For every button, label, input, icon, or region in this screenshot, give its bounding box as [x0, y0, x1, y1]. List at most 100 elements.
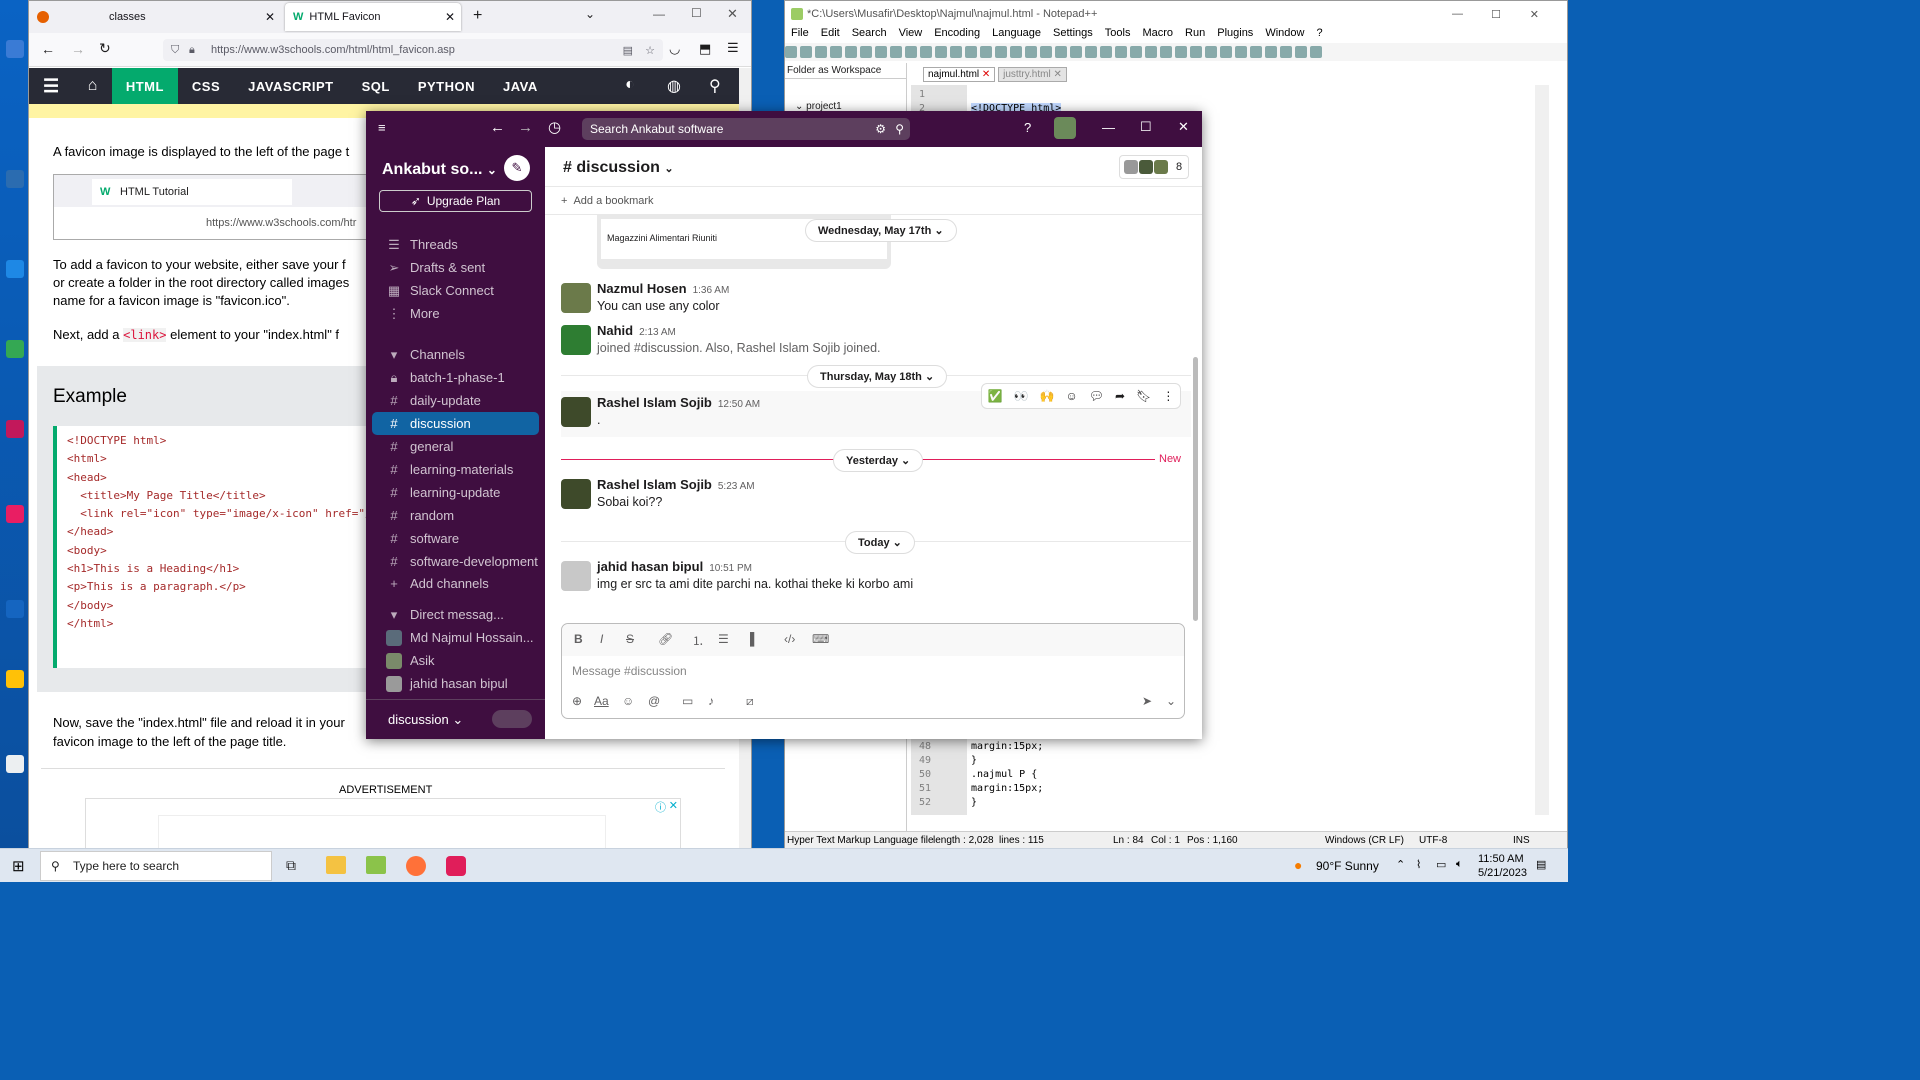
channel-learning-materials[interactable]: # learning-materials	[372, 458, 539, 481]
ordered-list-icon[interactable]: ⒈	[692, 632, 704, 649]
list-tabs-icon[interactable]: ⌄	[585, 7, 595, 21]
tab-classes[interactable]: classes ✕	[37, 3, 279, 31]
compose-icon[interactable]: ✎	[504, 155, 530, 181]
message-input[interactable]: Message #discussion	[572, 664, 687, 678]
desktop-icon[interactable]	[6, 340, 24, 358]
back-icon[interactable]: ←	[490, 119, 505, 136]
video-icon[interactable]: ▭	[682, 694, 693, 708]
menu-encoding[interactable]: Encoding	[934, 27, 980, 43]
channel-learning-update[interactable]: # learning-update	[372, 481, 539, 504]
date-divider-today[interactable]: Today ⌄	[845, 531, 915, 554]
firefox-icon[interactable]	[406, 856, 426, 876]
maximize-icon[interactable]: ☐	[1140, 119, 1152, 135]
search-icon[interactable]: ⚲	[895, 122, 904, 136]
close-window-icon[interactable]: ✕	[1178, 119, 1189, 135]
channel-software-development[interactable]: # software-development	[372, 550, 539, 573]
menu-view[interactable]: View	[899, 27, 923, 43]
wifi-icon[interactable]: ⌇	[1416, 858, 1421, 871]
eyes-emoji-icon[interactable]: 👀	[1014, 389, 1029, 403]
dm-md-najmul[interactable]: Md Najmul Hossain...	[372, 626, 539, 649]
blockquote-icon[interactable]: ▌	[750, 632, 759, 646]
channels-header[interactable]: ▾ Channels	[372, 343, 539, 366]
send-icon[interactable]: ➤	[1142, 694, 1152, 708]
maximize-icon[interactable]: ☐	[1491, 8, 1501, 21]
reload-icon[interactable]: ↻	[99, 40, 111, 57]
channel-random[interactable]: # random	[372, 504, 539, 527]
code-icon[interactable]: ‹/›	[784, 632, 795, 646]
scrollbar[interactable]	[1193, 357, 1198, 621]
notepad-toolbar[interactable]	[785, 43, 1567, 61]
dm-asik[interactable]: Asik	[372, 649, 539, 672]
channel-discussion[interactable]: # discussion	[372, 412, 539, 435]
avatar[interactable]	[561, 397, 591, 427]
back-icon[interactable]: ←	[41, 41, 55, 57]
desktop-icon[interactable]	[6, 505, 24, 523]
close-icon[interactable]: ✕	[445, 10, 455, 24]
menu-edit[interactable]: Edit	[821, 27, 840, 43]
bullet-list-icon[interactable]: ☰	[718, 632, 729, 646]
desktop-icon[interactable]	[6, 755, 24, 773]
tray-chevron-icon[interactable]: ⌃	[1396, 858, 1405, 871]
nav-slack-connect[interactable]: ▦ Slack Connect	[372, 279, 539, 302]
maximize-icon[interactable]: ☐	[691, 6, 702, 20]
contrast-icon[interactable]: ◐	[625, 76, 635, 94]
history-icon[interactable]: ◷	[548, 118, 561, 136]
windows-start-icon[interactable]: ⊞	[12, 857, 25, 875]
menu-macro[interactable]: Macro	[1142, 27, 1173, 43]
home-icon[interactable]: ⌂	[74, 68, 112, 104]
menu-window[interactable]: Window	[1265, 27, 1304, 43]
upgrade-plan-button[interactable]: ➶ Upgrade Plan	[379, 190, 532, 212]
help-icon[interactable]: ?	[1024, 120, 1031, 135]
desktop-icon[interactable]	[6, 670, 24, 688]
message-author[interactable]: Rashel Islam Sojib 12:50 AM	[597, 395, 760, 410]
channel-software[interactable]: # software	[372, 527, 539, 550]
nav-javascript[interactable]: JAVASCRIPT	[234, 68, 347, 104]
hamburger-icon[interactable]: ≡	[378, 120, 386, 135]
weather-text[interactable]: 90°F Sunny	[1316, 859, 1379, 873]
nav-css[interactable]: CSS	[178, 68, 234, 104]
taskbar-search[interactable]: ⚲ Type here to search	[40, 851, 272, 881]
nav-drafts[interactable]: ➢ Drafts & sent	[372, 256, 539, 279]
task-view-icon[interactable]: ⧉	[286, 857, 296, 874]
avatar[interactable]	[561, 283, 591, 313]
more-actions-icon[interactable]: ⋮	[1162, 389, 1174, 403]
desktop-icon[interactable]	[6, 420, 24, 438]
minimize-icon[interactable]: —	[1452, 8, 1463, 20]
desktop-icon[interactable]	[6, 170, 24, 188]
minimize-icon[interactable]: —	[653, 7, 665, 21]
menu-help[interactable]: ?	[1316, 27, 1322, 43]
date-divider-yesterday[interactable]: Yesterday ⌄	[833, 449, 924, 472]
workspace-name[interactable]: Ankabut so... ⌄	[382, 161, 497, 179]
channel-general[interactable]: # general	[372, 435, 539, 458]
menu-language[interactable]: Language	[992, 27, 1041, 43]
menu-search[interactable]: Search	[852, 27, 887, 43]
close-icon[interactable]: ✕	[1053, 69, 1061, 80]
forward-icon[interactable]: →	[71, 41, 85, 57]
link-icon[interactable]: 🔗︎	[658, 632, 673, 646]
avatar[interactable]	[1054, 117, 1076, 139]
notepad-plus-icon[interactable]	[366, 856, 386, 874]
dm-jahid[interactable]: jahid hasan bipul	[372, 672, 539, 695]
avatar[interactable]	[561, 479, 591, 509]
desktop-icon[interactable]	[6, 40, 24, 58]
check-emoji-icon[interactable]: ✅	[988, 389, 1003, 403]
volume-icon[interactable]: 🔈︎	[1456, 858, 1463, 871]
reader-icon[interactable]: ▤	[623, 44, 633, 57]
menu-tools[interactable]: Tools	[1105, 27, 1131, 43]
forward-icon[interactable]: →	[518, 119, 533, 136]
close-window-icon[interactable]: ✕	[727, 6, 738, 22]
desktop-icon[interactable]	[6, 600, 24, 618]
avatar[interactable]	[561, 325, 591, 355]
avatar[interactable]	[561, 561, 591, 591]
globe-icon[interactable]: ◍	[667, 76, 681, 96]
text-format-icon[interactable]: Aa	[594, 694, 609, 708]
add-bookmark-button[interactable]: + Add a bookmark	[545, 187, 1202, 215]
search-icon[interactable]: ⚲	[709, 76, 721, 96]
channel-daily-update[interactable]: # daily-update	[372, 389, 539, 412]
star-icon[interactable]: ☆	[645, 44, 655, 57]
nav-threads[interactable]: ☰ Threads	[372, 233, 539, 256]
italic-icon[interactable]: I	[600, 632, 603, 646]
nav-more[interactable]: ⋮ More	[372, 302, 539, 325]
ad-frame[interactable]: ⓘ ✕	[85, 798, 681, 849]
clap-emoji-icon[interactable]: 🙌	[1039, 389, 1054, 403]
